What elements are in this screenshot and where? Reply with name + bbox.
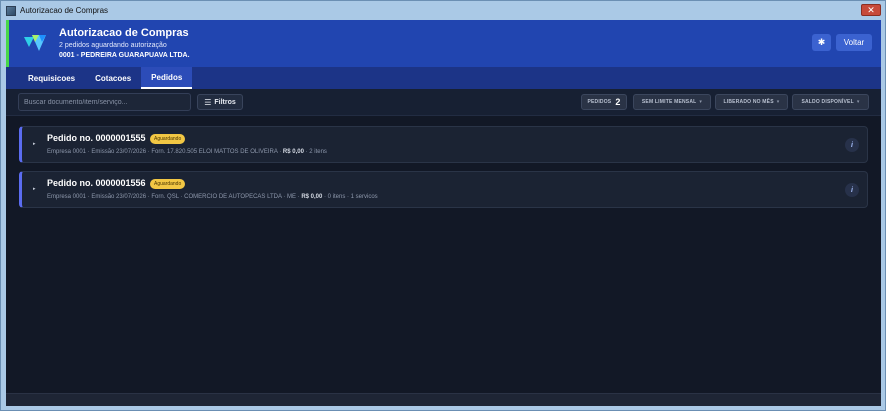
window-close-button[interactable]: ✕ xyxy=(861,4,881,16)
order-amount: R$ 0,00 xyxy=(282,149,304,155)
order-title: Pedido no. 0000001555 xyxy=(47,133,146,143)
info-icon[interactable]: i xyxy=(845,183,859,197)
orders-count-value: 2 xyxy=(615,97,621,107)
status-badge: Aguardando xyxy=(150,179,186,189)
order-title: Pedido no. 0000001556 xyxy=(47,178,146,188)
filters-button[interactable]: ☰ Filtros xyxy=(197,94,243,110)
order-meta: Empresa 0001 · Emissão 23/07/2026 · Forn… xyxy=(47,194,302,200)
order-card[interactable]: ▸ Pedido no. 0000001556 Aguardando Empre… xyxy=(19,171,868,208)
app-client-area: Autorizacao de Compras 2 pedidos aguarda… xyxy=(6,20,881,406)
filter-list-icon: ☰ xyxy=(204,97,212,107)
order-items: · 2 itens xyxy=(303,149,327,155)
info-icon[interactable]: i xyxy=(845,138,859,152)
filter-toolbar: ☰ Filtros PEDIDOS 2 SEM LIMITE MENSAL ▾ … xyxy=(6,89,881,116)
company-name: 0001 - PEDREIRA GUARAPUAVA LTDA. xyxy=(59,52,190,59)
pending-orders-summary: 2 pedidos aguardando autorização xyxy=(59,42,167,49)
available-balance-chip[interactable]: SALDO DISPONÍVEL ▾ xyxy=(792,94,869,110)
page-title: Autorizacao de Compras xyxy=(59,27,189,39)
tab-cotacoes[interactable]: Cotacoes xyxy=(85,67,141,89)
order-amount: R$ 0,00 xyxy=(301,194,323,200)
status-badge: Aguardando xyxy=(150,134,186,144)
monthly-limit-chip[interactable]: SEM LIMITE MENSAL ▾ xyxy=(633,94,711,110)
monthly-limit-label: SEM LIMITE MENSAL xyxy=(641,99,697,105)
order-card[interactable]: ▸ Pedido no. 0000001555 Aguardando Empre… xyxy=(19,126,868,163)
tab-bar: Requisicoes Cotacoes Pedidos xyxy=(6,67,881,89)
released-this-month-label: LIBERADO NO MÊS xyxy=(723,99,774,105)
tab-pedidos[interactable]: Pedidos xyxy=(141,67,193,89)
search-input[interactable] xyxy=(18,93,191,111)
order-details: Empresa 0001 · Emissão 23/07/2026 · Forn… xyxy=(47,149,327,155)
chevron-down-icon: ▾ xyxy=(699,99,703,105)
filters-label: Filtros xyxy=(214,98,236,106)
sun-icon: ✱ xyxy=(817,37,826,47)
released-this-month-chip[interactable]: LIBERADO NO MÊS ▾ xyxy=(715,94,788,110)
expand-chevron-icon[interactable]: ▸ xyxy=(33,141,36,147)
back-button[interactable]: Voltar xyxy=(836,34,872,51)
chevron-down-icon: ▾ xyxy=(856,99,860,105)
app-window: Autorizacao de Compras ✕ Autorizacao de … xyxy=(0,0,886,411)
tab-requisicoes[interactable]: Requisicoes xyxy=(18,67,85,89)
window-titlebar[interactable]: Autorizacao de Compras ✕ xyxy=(1,1,885,20)
theme-toggle-button[interactable]: ✱ xyxy=(812,34,831,51)
window-title: Autorizacao de Compras xyxy=(20,6,109,15)
order-items: · 0 itens · 1 servicos xyxy=(322,194,378,200)
expand-chevron-icon[interactable]: ▸ xyxy=(33,186,36,192)
status-bar xyxy=(6,393,881,406)
brand-logo-icon xyxy=(24,35,46,51)
available-balance-label: SALDO DISPONÍVEL xyxy=(801,99,854,105)
order-meta: Empresa 0001 · Emissão 23/07/2026 · Forn… xyxy=(47,149,283,155)
app-icon xyxy=(6,5,16,16)
chevron-down-icon: ▾ xyxy=(776,99,780,105)
orders-count-label: PEDIDOS xyxy=(587,99,612,105)
orders-count-chip[interactable]: PEDIDOS 2 xyxy=(581,94,627,110)
order-details: Empresa 0001 · Emissão 23/07/2026 · Forn… xyxy=(47,194,378,200)
app-header: Autorizacao de Compras 2 pedidos aguarda… xyxy=(6,20,881,67)
